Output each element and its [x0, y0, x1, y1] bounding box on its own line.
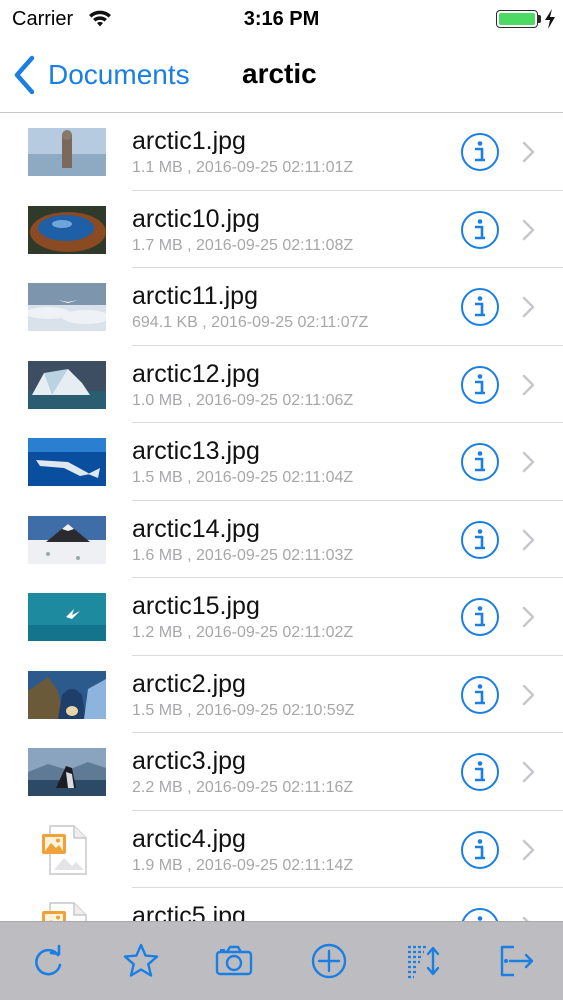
sort-icon [408, 945, 440, 979]
file-meta: 2.2 MB , 2016-09-25 02:11:16Z [132, 779, 354, 796]
image-document-icon [42, 902, 87, 921]
chevron-right-icon [522, 839, 535, 860]
export-button[interactable] [496, 941, 536, 981]
sort-button[interactable] [404, 941, 444, 981]
file-name: arctic3.jpg [132, 747, 246, 775]
file-row[interactable]: arctic13.jpg 1.5 MB , 2016-09-25 02:11:0… [0, 423, 563, 501]
file-row[interactable]: arctic14.jpg 1.6 MB , 2016-09-25 02:11:0… [0, 501, 563, 579]
refresh-button[interactable] [28, 941, 68, 981]
file-name: arctic2.jpg [132, 669, 246, 698]
image-document-icon [42, 824, 87, 875]
clock: 3:16 PM [243, 8, 320, 30]
file-row[interactable]: arctic2.jpg 1.5 MB , 2016-09-25 02:10:59… [0, 656, 563, 734]
photo-thumbnail [28, 438, 106, 486]
chevron-right-icon [522, 761, 535, 783]
chevron-right-icon [522, 219, 535, 240]
file-row[interactable]: arctic3.jpg 2.2 MB , 2016-09-25 02:11:16… [0, 733, 563, 811]
chevron-right-icon [522, 296, 535, 318]
file-list[interactable]: arctic1.jpg 1.1 MB , 2016-09-25 02:11:01… [0, 113, 563, 921]
file-row[interactable]: arctic1.jpg 1.1 MB , 2016-09-25 02:11:01… [0, 113, 563, 191]
back-button-label: Documents [48, 59, 190, 90]
info-icon[interactable] [460, 830, 500, 870]
favorite-button[interactable] [121, 941, 161, 981]
chevron-right-icon [522, 374, 535, 395]
chevron-right-icon [522, 684, 535, 705]
camera-icon [215, 945, 253, 976]
photo-thumbnail [28, 515, 106, 564]
file-meta: 694.1 KB , 2016-09-25 02:11:07Z [132, 314, 369, 331]
file-name: arctic5.jpg [132, 902, 246, 921]
file-row[interactable]: arctic10.jpg 1.7 MB , 2016-09-25 02:11:0… [0, 191, 563, 269]
status-bar: Carrier 3:16 PM [0, 0, 563, 40]
file-row[interactable]: arctic15.jpg 1.2 MB , 2016-09-25 02:11:0… [0, 578, 563, 656]
photo-thumbnail [28, 283, 106, 331]
file-name: arctic15.jpg [132, 592, 260, 620]
photo-thumbnail [28, 748, 106, 796]
navigation-bar: Documents arctic [0, 40, 563, 113]
back-button[interactable]: Documents [12, 54, 190, 96]
bottom-toolbar [0, 921, 563, 1000]
photo-thumbnail [28, 128, 106, 176]
file-meta: 1.5 MB , 2016-09-25 02:11:04Z [132, 469, 354, 486]
camera-button[interactable] [214, 941, 254, 981]
info-icon[interactable] [460, 210, 500, 250]
battery-level [499, 13, 535, 25]
file-name: arctic1.jpg [132, 127, 246, 155]
file-row[interactable]: arctic11.jpg 694.1 KB , 2016-09-25 02:11… [0, 268, 563, 346]
file-meta: 1.0 MB , 2016-09-25 02:11:06Z [132, 391, 354, 409]
add-button[interactable] [309, 941, 349, 981]
add-icon [311, 943, 347, 979]
file-row[interactable]: arctic4.jpg 1.9 MB , 2016-09-25 02:11:14… [0, 811, 563, 889]
info-icon[interactable] [460, 520, 500, 560]
chevron-left-icon [14, 55, 35, 95]
photo-thumbnail [28, 205, 106, 254]
chevron-right-icon [522, 529, 535, 550]
file-meta: 1.9 MB , 2016-09-25 02:11:14Z [132, 856, 354, 874]
chevron-right-icon [522, 451, 535, 473]
file-name: arctic10.jpg [132, 204, 260, 233]
file-name: arctic11.jpg [132, 282, 258, 310]
file-name: arctic12.jpg [132, 359, 260, 388]
file-row[interactable]: arctic12.jpg 1.0 MB , 2016-09-25 02:11:0… [0, 346, 563, 424]
file-meta: 1.5 MB , 2016-09-25 02:10:59Z [132, 701, 355, 719]
info-icon[interactable] [460, 287, 500, 327]
file-row[interactable]: arctic5.jpg [0, 888, 563, 921]
photo-thumbnail [28, 360, 106, 409]
file-meta: 1.1 MB , 2016-09-25 02:11:01Z [132, 159, 354, 176]
page-title: arctic [242, 58, 317, 89]
chevron-right-icon [522, 606, 535, 628]
charging-bolt-icon [545, 9, 555, 29]
file-name: arctic13.jpg [132, 437, 260, 465]
refresh-icon [35, 944, 62, 976]
battery-icon [496, 10, 538, 28]
info-icon[interactable] [460, 907, 500, 921]
file-name: arctic14.jpg [132, 514, 260, 543]
info-icon[interactable] [460, 442, 500, 482]
file-name: arctic4.jpg [132, 824, 246, 853]
info-icon[interactable] [460, 597, 500, 637]
file-meta: 1.2 MB , 2016-09-25 02:11:02Z [132, 624, 354, 641]
export-icon [500, 945, 534, 977]
photo-thumbnail [28, 670, 106, 719]
info-icon[interactable] [460, 752, 500, 792]
star-icon [123, 943, 159, 977]
info-icon[interactable] [460, 675, 500, 715]
battery-cap [538, 15, 541, 23]
file-meta: 1.7 MB , 2016-09-25 02:11:08Z [132, 236, 354, 254]
info-icon[interactable] [460, 365, 500, 405]
info-icon[interactable] [460, 132, 500, 172]
photo-thumbnail [28, 593, 106, 641]
chevron-right-icon [522, 141, 535, 163]
file-meta: 1.6 MB , 2016-09-25 02:11:03Z [132, 546, 354, 564]
